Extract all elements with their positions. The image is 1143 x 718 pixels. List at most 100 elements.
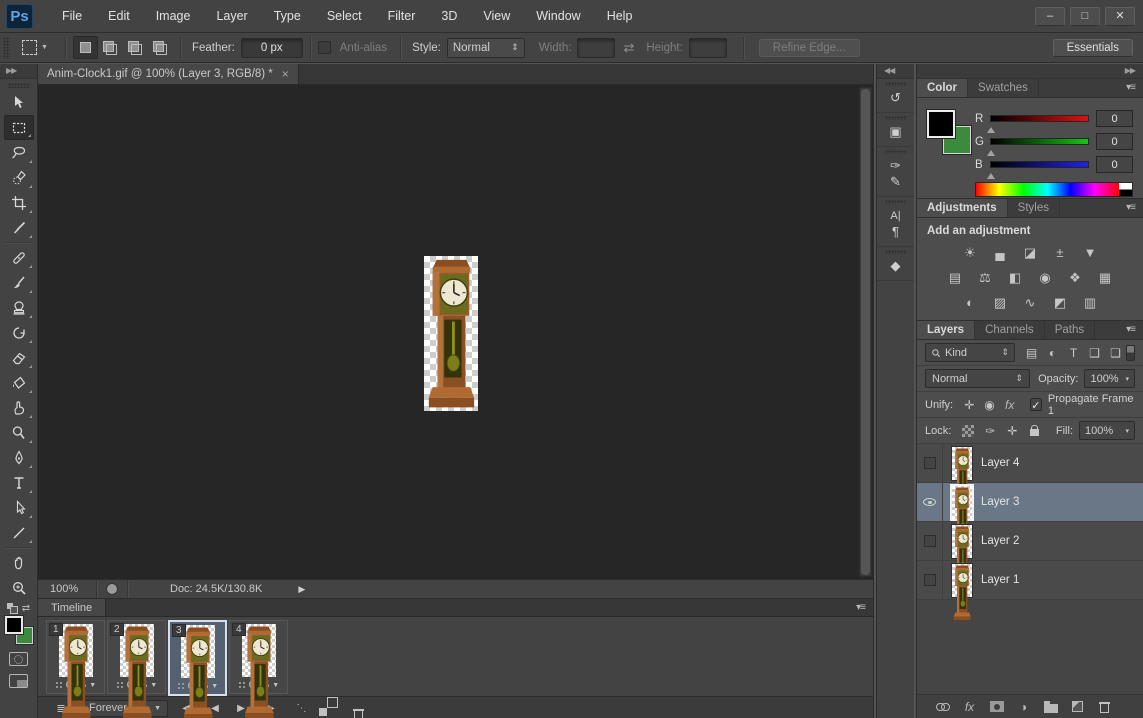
blue-slider[interactable] xyxy=(987,161,1089,179)
visibility-cell[interactable] xyxy=(917,483,943,521)
paragraph-panel-icon[interactable]: ¶ xyxy=(892,224,899,240)
layer-styles-button[interactable]: fx xyxy=(956,700,983,714)
grayscale-ramp[interactable] xyxy=(1119,183,1132,196)
selective-color-icon[interactable]: ▥ xyxy=(1077,293,1103,312)
invert-icon[interactable]: ◐ xyxy=(957,293,983,312)
curves-icon[interactable]: ◪ xyxy=(1017,243,1043,262)
menu-help[interactable]: Help xyxy=(594,0,646,33)
layer-name[interactable]: Layer 4 xyxy=(981,457,1019,469)
eyedropper-tool[interactable] xyxy=(4,215,34,240)
foreground-color-swatch[interactable] xyxy=(3,615,24,635)
new-group-button[interactable] xyxy=(1037,700,1064,713)
green-slider[interactable] xyxy=(987,138,1089,156)
quick-selection-tool[interactable] xyxy=(4,165,34,190)
zoom-tool[interactable] xyxy=(4,575,34,600)
menu-type[interactable]: Type xyxy=(261,0,314,33)
smudge-tool[interactable] xyxy=(4,395,34,420)
swap-colors-icon[interactable]: ⇄ xyxy=(22,603,30,614)
filter-pixel-layers-icon[interactable]: ▤ xyxy=(1021,346,1042,360)
toolbar-collapse-arrows[interactable]: ▶▶ xyxy=(0,64,37,79)
red-value-field[interactable]: 0 xyxy=(1096,110,1133,127)
tab-swatches[interactable]: Swatches xyxy=(968,79,1039,97)
color-panel-menu-icon[interactable]: ▾≡ xyxy=(1126,82,1136,93)
tab-channels[interactable]: Channels xyxy=(975,321,1045,339)
adobe-drive-icon[interactable] xyxy=(106,583,118,595)
clone-stamp-tool[interactable] xyxy=(4,295,34,320)
tab-close-icon[interactable]: × xyxy=(282,67,289,81)
workspace-essentials-button[interactable]: Essentials xyxy=(1052,38,1133,57)
rectangular-marquee-tool[interactable] xyxy=(3,115,34,140)
blend-mode-dropdown[interactable]: Normal ⇕ xyxy=(925,369,1031,388)
close-button[interactable]: ✕ xyxy=(1105,6,1135,26)
style-dropdown[interactable]: Normal ⇕ xyxy=(446,37,525,58)
lock-all-icon[interactable] xyxy=(1030,425,1040,436)
link-layers-button[interactable] xyxy=(929,703,956,711)
filter-adjustment-layers-icon[interactable]: ◐ xyxy=(1042,346,1063,360)
layer-row-layer-3-selected[interactable]: Layer 3 xyxy=(917,483,1143,522)
brush-presets-icon[interactable]: ✎ xyxy=(890,174,901,190)
dock-expand-icon[interactable]: ▶▶ xyxy=(917,64,1143,79)
filter-smart-objects-icon[interactable]: ❏ xyxy=(1105,346,1126,360)
default-colors-icon[interactable] xyxy=(6,603,18,614)
slider-thumb[interactable] xyxy=(987,123,995,133)
posterize-icon[interactable]: ▨ xyxy=(987,293,1013,312)
crop-tool[interactable] xyxy=(4,190,34,215)
adjustments-panel-menu-icon[interactable]: ▾≡ xyxy=(1126,202,1136,213)
menu-filter[interactable]: Filter xyxy=(375,0,429,33)
new-adjustment-layer-button[interactable]: ◑ xyxy=(1010,700,1037,714)
brush-tool[interactable] xyxy=(4,270,34,295)
line-tool[interactable] xyxy=(4,520,34,545)
brightness-contrast-icon[interactable]: ☀ xyxy=(957,243,983,262)
slider-thumb[interactable] xyxy=(987,146,995,156)
slider-thumb[interactable] xyxy=(987,169,995,179)
zoom-level-field[interactable]: 100% xyxy=(38,583,96,595)
pen-tool[interactable] xyxy=(4,445,34,470)
timeline-tab[interactable]: Timeline xyxy=(38,599,107,616)
vibrance-icon[interactable]: ▼ xyxy=(1077,243,1103,262)
path-selection-tool[interactable] xyxy=(4,495,34,520)
move-tool[interactable] xyxy=(4,90,34,115)
color-lookup-icon[interactable]: ▦ xyxy=(1092,268,1118,287)
visibility-checkbox-empty[interactable] xyxy=(923,535,936,547)
threshold-icon[interactable]: ∿ xyxy=(1017,293,1043,312)
tool-preset-picker[interactable]: ▼ xyxy=(22,40,48,55)
history-brush-tool[interactable] xyxy=(4,320,34,345)
hue-saturation-icon[interactable]: ▤ xyxy=(942,268,968,287)
foreground-color-swatch[interactable] xyxy=(926,109,956,139)
scrollbar-thumb[interactable] xyxy=(861,89,870,575)
visibility-cell[interactable] xyxy=(917,444,943,482)
unify-position-icon[interactable]: ✛ xyxy=(959,398,979,412)
layer-thumbnail[interactable] xyxy=(951,445,973,480)
gradient-map-icon[interactable]: ◩ xyxy=(1047,293,1073,312)
channel-mixer-icon[interactable]: ❖ xyxy=(1062,268,1088,287)
visibility-checkbox-empty[interactable] xyxy=(923,574,936,586)
feather-input[interactable]: 0 px xyxy=(240,37,303,58)
lock-position-icon[interactable]: ✛ xyxy=(1001,424,1023,438)
menu-layer[interactable]: Layer xyxy=(203,0,260,33)
canvas-vertical-scrollbar[interactable] xyxy=(859,87,872,577)
tab-paths[interactable]: Paths xyxy=(1045,321,1096,339)
layer-row-layer-2[interactable]: Layer 2 xyxy=(917,522,1143,561)
quick-mask-button[interactable] xyxy=(9,652,28,666)
screen-mode-button[interactable] xyxy=(9,674,28,688)
height-input[interactable] xyxy=(688,37,727,58)
eye-icon[interactable] xyxy=(923,498,936,506)
paint-bucket-tool[interactable] xyxy=(4,370,34,395)
visibility-checkbox-empty[interactable] xyxy=(923,457,936,469)
filter-shape-layers-icon[interactable]: ❑ xyxy=(1084,346,1105,360)
history-panel-button[interactable]: ↺ xyxy=(877,79,914,113)
unify-style-icon[interactable]: fx xyxy=(1000,398,1020,412)
layer-thumbnail[interactable] xyxy=(951,562,973,597)
hue-ramp[interactable] xyxy=(976,183,1119,196)
status-options-arrow-icon[interactable]: ▶ xyxy=(298,584,305,595)
dock-collapse-icon[interactable]: ◀◀ xyxy=(877,64,914,79)
menu-image[interactable]: Image xyxy=(143,0,204,33)
timeline-panel-menu-icon[interactable]: ▾≡ xyxy=(856,602,866,613)
tween-frames-icon[interactable]: ⋱ xyxy=(288,703,314,714)
menu-select[interactable]: Select xyxy=(314,0,375,33)
layer-name[interactable]: Layer 3 xyxy=(981,496,1019,508)
new-selection-button[interactable] xyxy=(72,36,98,59)
tab-adjustments[interactable]: Adjustments xyxy=(917,199,1008,217)
filter-kind-dropdown[interactable]: Kind ⇕ xyxy=(925,343,1015,362)
visibility-cell[interactable] xyxy=(917,522,943,560)
